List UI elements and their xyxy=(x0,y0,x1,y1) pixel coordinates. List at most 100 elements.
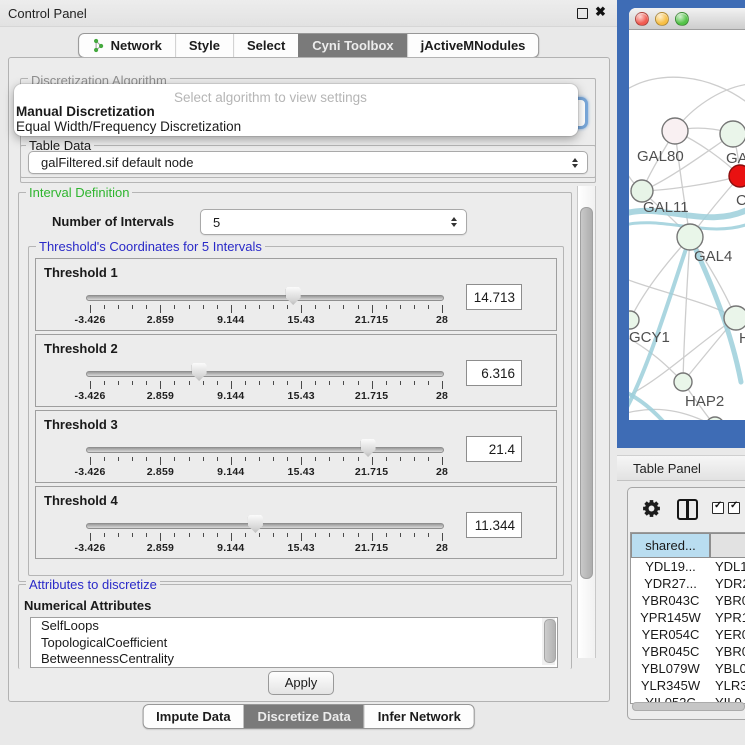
slider-tick xyxy=(118,533,119,537)
slider-tick xyxy=(245,305,246,309)
threshold-panel: Threshold 2-3.4262.8599.14415.4321.71528… xyxy=(35,334,557,407)
table-row[interactable]: YBR043CYBR0 xyxy=(631,592,745,609)
threshold-value-field[interactable]: 11.344 xyxy=(466,512,522,538)
columns-icon[interactable] xyxy=(677,499,698,520)
table-cell: YBR0 xyxy=(710,593,745,608)
table-row[interactable]: YLR345WYLR3 xyxy=(631,677,745,694)
network-node-gcy1[interactable] xyxy=(629,311,639,329)
slider-tick-label: -3.426 xyxy=(75,542,106,554)
slider-tick xyxy=(358,533,359,537)
slider-track[interactable] xyxy=(86,523,444,529)
attribute-list-item[interactable]: SelfLoops xyxy=(31,618,557,635)
slider-tick xyxy=(118,457,119,461)
slider-tick xyxy=(343,305,344,309)
network-canvas[interactable]: GAL80GACGAL11GAL4GCY1HHAP2 xyxy=(629,30,745,420)
tab-style[interactable]: Style xyxy=(175,34,233,57)
table-row[interactable]: YDR27...YDR2 xyxy=(631,575,745,592)
table-row[interactable]: YBR045CYBR0 xyxy=(631,643,745,660)
zoom-traffic-icon[interactable] xyxy=(675,12,689,26)
apply-button[interactable]: Apply xyxy=(268,671,334,695)
table-column-header[interactable]: shared... xyxy=(631,533,710,558)
threshold-value-field[interactable]: 14.713 xyxy=(466,284,522,310)
table-row[interactable]: YDL19...YDL1 xyxy=(631,558,745,575)
slider-tick xyxy=(104,305,105,309)
slider-tick xyxy=(174,305,175,309)
numerical-attributes-list[interactable]: SelfLoopsTopologicalCoefficientBetweenne… xyxy=(30,617,558,668)
slider-tick xyxy=(273,457,274,461)
content-scrollbar-thumb[interactable] xyxy=(580,207,593,579)
slider-tick xyxy=(315,305,316,309)
table-rows: YDL19...YDL1YDR27...YDR2YBR043CYBR0YPR14… xyxy=(631,558,745,704)
screen: Control Panel ✖ NetworkStyleSelectCyni T… xyxy=(0,0,745,745)
tab-select[interactable]: Select xyxy=(233,34,298,57)
slider-tick xyxy=(301,457,302,465)
control-panel-titlebar xyxy=(0,0,617,27)
slider-tick-label: 15.43 xyxy=(288,314,315,326)
popup-option-manual-discretization[interactable]: Manual Discretization xyxy=(16,104,155,119)
table-column-header[interactable]: n xyxy=(710,533,745,558)
slider-tick xyxy=(189,381,190,385)
tab-label: Impute Data xyxy=(156,709,230,724)
slider-tick xyxy=(442,533,443,541)
slider-tick xyxy=(259,533,260,537)
attribute-list-item[interactable]: BetweennessCentrality xyxy=(31,651,557,668)
slider-thumb[interactable] xyxy=(286,287,301,305)
list-scrollbar-thumb[interactable] xyxy=(544,619,556,663)
slider-tick-label: 2.859 xyxy=(147,390,174,402)
table-data-combo[interactable]: galFiltered.sif default node xyxy=(28,151,588,174)
slider-track[interactable] xyxy=(86,447,444,453)
network-icon xyxy=(92,38,105,53)
table-data-combo-value: galFiltered.sif default node xyxy=(41,155,193,170)
number-of-intervals-combo[interactable]: 5 xyxy=(200,209,467,235)
select-columns-icons[interactable]: ✓ ✓ xyxy=(712,502,740,514)
slider-thumb[interactable] xyxy=(361,439,376,457)
float-window-icon[interactable] xyxy=(577,8,588,19)
slider-tick xyxy=(386,457,387,461)
slider-tick xyxy=(358,305,359,309)
slider-tick xyxy=(160,533,161,541)
threshold-value-field[interactable]: 6.316 xyxy=(466,360,522,386)
network-node-label: GCY1 xyxy=(629,329,670,346)
slider-tick xyxy=(414,457,415,461)
table-row[interactable]: YPR145WYPR1 xyxy=(631,609,745,626)
network-node-h[interactable] xyxy=(724,306,745,330)
network-node-hap2[interactable] xyxy=(674,373,692,391)
slider-thumb[interactable] xyxy=(248,515,263,533)
mode-tab-impute-data[interactable]: Impute Data xyxy=(143,705,243,728)
mode-tab-discretize-data[interactable]: Discretize Data xyxy=(244,705,364,728)
slider-track[interactable] xyxy=(86,295,444,301)
slider-thumb[interactable] xyxy=(192,363,207,381)
minimize-traffic-icon[interactable] xyxy=(655,12,669,26)
slider-tick xyxy=(414,533,415,537)
slider-tick xyxy=(245,457,246,461)
slider-tick xyxy=(358,381,359,385)
network-node-gal4[interactable] xyxy=(677,224,703,250)
threshold-value-field[interactable]: 21.4 xyxy=(466,436,522,462)
table-cell: YBL0 xyxy=(710,661,745,676)
table-hscrollbar-thumb[interactable] xyxy=(632,702,745,711)
slider-tick-label: 28 xyxy=(436,314,448,326)
slider-tick xyxy=(217,381,218,385)
network-node-gal80[interactable] xyxy=(662,118,688,144)
network-node-c[interactable] xyxy=(729,165,745,187)
popup-option-equal-width-frequency[interactable]: Equal Width/Frequency Discretization xyxy=(16,119,241,134)
slider-tick xyxy=(203,457,204,461)
threshold-sliders: Threshold 1-3.4262.8599.14415.4321.71528… xyxy=(34,258,558,562)
checkbox-icon[interactable]: ✓ xyxy=(728,502,740,514)
slider-tick-label: 9.144 xyxy=(217,466,244,478)
attribute-list-item[interactable]: TopologicalCoefficient xyxy=(31,635,557,652)
tab-cyni-toolbox[interactable]: Cyni Toolbox xyxy=(298,34,406,57)
gear-icon[interactable] xyxy=(641,498,662,519)
mode-tab-infer-network[interactable]: Infer Network xyxy=(364,705,474,728)
tab-jactivemnodules[interactable]: jActiveMNodules xyxy=(407,34,539,57)
close-traffic-icon[interactable] xyxy=(635,12,649,26)
network-node-label: GAL80 xyxy=(637,148,684,165)
checkbox-icon[interactable]: ✓ xyxy=(712,502,724,514)
table-row[interactable]: YBL079WYBL0 xyxy=(631,660,745,677)
tab-network[interactable]: Network xyxy=(79,34,175,57)
slider-tick xyxy=(343,381,344,385)
table-row[interactable]: YER054CYER0 xyxy=(631,626,745,643)
close-icon[interactable]: ✖ xyxy=(595,4,606,20)
slider-track[interactable] xyxy=(86,371,444,377)
network-node-ga[interactable] xyxy=(720,121,745,147)
